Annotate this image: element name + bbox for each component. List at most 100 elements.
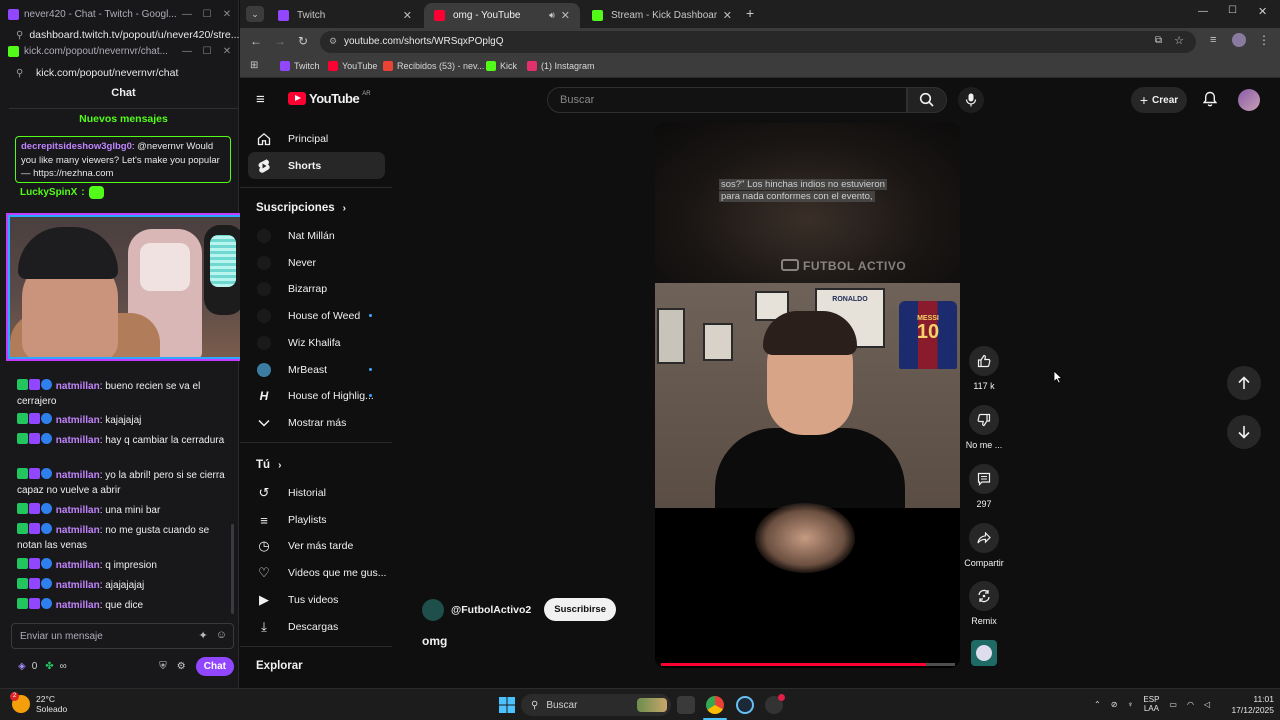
message-username[interactable]: natmillan xyxy=(56,525,100,536)
bookmark-gmail[interactable]: Recibidos (53) - nev... xyxy=(383,61,484,71)
task-view-icon[interactable] xyxy=(677,696,695,714)
bookmark-instagram[interactable]: (1) Instagram xyxy=(527,61,595,71)
bookmark-kick[interactable]: Kick xyxy=(486,61,517,71)
speaker-icon[interactable]: 🔊︎ xyxy=(549,10,555,21)
voice-search-button[interactable] xyxy=(958,87,984,113)
bookmark-star-icon[interactable]: ☆ xyxy=(1174,34,1184,47)
language-indicator[interactable]: ESP LAA xyxy=(1143,695,1159,713)
windows-start-icon[interactable] xyxy=(498,696,516,714)
subscriptions-heading[interactable]: Suscripciones › xyxy=(256,202,346,214)
search-button[interactable] xyxy=(907,87,947,113)
short-title[interactable]: omg xyxy=(422,634,447,648)
sidebar-item-subscription[interactable]: H House of Highlig... xyxy=(256,388,374,404)
steam-icon[interactable] xyxy=(736,696,754,714)
close-tab-icon[interactable]: ✕ xyxy=(403,9,412,22)
sidebar-item-subscription[interactable]: House of Weed xyxy=(256,308,372,324)
message-username[interactable]: natmillan xyxy=(56,505,100,516)
twitch-url-bar[interactable]: ⚲ dashboard.twitch.tv/popout/u/never420/… xyxy=(0,28,239,42)
hamburger-menu-icon[interactable]: ≡ xyxy=(256,91,265,108)
sidebar-item-watch-later[interactable]: ◷ Ver más tarde xyxy=(256,538,353,554)
points-icon[interactable]: ◈ xyxy=(18,661,26,672)
taskbar-search[interactable]: ⚲ Buscar xyxy=(521,694,671,716)
microphone-icon[interactable]: ♆ xyxy=(1127,700,1133,709)
tray-expand-icon[interactable]: ⌃ xyxy=(1094,700,1101,709)
previous-short-button[interactable] xyxy=(1227,366,1261,400)
tab-kick[interactable]: Stream - Kick Dashboard ✕ xyxy=(582,3,742,28)
close-tab-icon[interactable]: ✕ xyxy=(723,9,732,22)
weather-widget[interactable]: 2 22°C Soleado xyxy=(10,692,67,714)
kick-url-bar[interactable]: ⚲ kick.com/popout/nevernvr/chat xyxy=(0,66,239,80)
youtube-logo[interactable]: YouTube AR xyxy=(288,91,371,106)
close-icon[interactable]: ✕ xyxy=(219,9,235,20)
apps-grid-icon[interactable]: ⊞ xyxy=(250,60,258,71)
message-username[interactable]: natmillan xyxy=(56,435,100,446)
message-username[interactable]: decrepitsideshow3glbg0 xyxy=(21,141,132,152)
volume-icon[interactable]: ◁ xyxy=(1204,700,1210,709)
account-avatar[interactable] xyxy=(1238,89,1260,111)
message-username[interactable]: natmillan xyxy=(56,470,100,481)
next-short-button[interactable] xyxy=(1227,415,1261,449)
subscribe-button[interactable]: Suscribirse xyxy=(544,598,616,621)
display-icon[interactable]: ▭ xyxy=(1169,700,1177,709)
sidebar-item-history[interactable]: ↺ Historial xyxy=(256,485,326,501)
comments-button[interactable]: 297 xyxy=(962,464,1006,509)
back-icon[interactable]: ← xyxy=(250,34,262,48)
tab-youtube[interactable]: omg - YouTube 🔊︎ ✕ xyxy=(424,3,580,28)
sidebar-item-home[interactable]: Principal xyxy=(256,131,328,147)
twitch-window-titlebar[interactable]: never420 - Chat - Twitch - Googl... — ☐ … xyxy=(0,6,239,22)
minimize-icon[interactable]: — xyxy=(1198,6,1208,17)
sidebar-item-liked-videos[interactable]: ♡ Videos que me gus... xyxy=(256,565,386,581)
maximize-icon[interactable]: ☐ xyxy=(199,46,215,57)
chat-send-button[interactable]: Chat xyxy=(195,656,234,676)
remix-button[interactable]: Remix xyxy=(962,581,1006,626)
sidebar-item-subscription[interactable]: Nat Millán xyxy=(256,228,335,244)
shield-icon[interactable]: ⛨ xyxy=(159,661,167,672)
maximize-icon[interactable]: ☐ xyxy=(199,9,215,20)
sidebar-item-subscription[interactable]: MrBeast xyxy=(256,362,372,378)
new-tab-icon[interactable]: + xyxy=(746,5,754,21)
message-username[interactable]: natmillan xyxy=(56,560,100,571)
create-button[interactable]: + Crear xyxy=(1131,87,1187,113)
gear-icon[interactable]: ⚙ xyxy=(177,661,186,672)
message-username[interactable]: LuckySpinX xyxy=(20,187,77,198)
chrome-icon[interactable] xyxy=(706,696,724,714)
maximize-icon[interactable]: ☐ xyxy=(1228,5,1237,16)
sidebar-item-subscription[interactable]: Wiz Khalifa xyxy=(256,335,341,351)
sidebar-item-your-videos[interactable]: ▶ Tus videos xyxy=(256,592,338,608)
emoji-icon[interactable]: ☺ xyxy=(216,629,227,642)
channel-avatar[interactable] xyxy=(422,598,444,621)
share-button[interactable]: Compartir xyxy=(962,523,1006,568)
kick-window-titlebar[interactable]: kick.com/popout/nevernvr/chat... — ☐ ✕ xyxy=(0,44,239,58)
sidebar-item-downloads[interactable]: ⤓ Descargas xyxy=(256,619,338,635)
message-username[interactable]: natmillan xyxy=(56,580,100,591)
sidebar-item-shorts[interactable]: Shorts xyxy=(256,158,321,174)
minimize-icon[interactable]: — xyxy=(179,9,195,20)
install-app-icon[interactable]: ⧉ xyxy=(1155,35,1162,46)
show-more-button[interactable]: Mostrar más xyxy=(256,415,346,431)
bookmark-twitch[interactable]: Twitch xyxy=(280,61,320,71)
tab-twitch[interactable]: Twitch ✕ xyxy=(268,3,422,28)
sidebar-item-subscription[interactable]: Never xyxy=(256,255,316,271)
media-control-icon[interactable]: ≡ xyxy=(1210,34,1216,46)
menu-icon[interactable]: ⋮ xyxy=(1258,33,1270,47)
notifications-bell-icon[interactable] xyxy=(1203,91,1217,107)
like-button[interactable]: 117 k xyxy=(962,346,1006,391)
short-video-player[interactable]: RONALDO MESSI 10 sos?" Los hinchas indio… xyxy=(655,123,960,668)
sidebar-item-subscription[interactable]: Bizarrap xyxy=(256,281,327,297)
tab-search-icon[interactable]: ⌄ xyxy=(246,6,264,22)
channel-thumbnail-icon[interactable] xyxy=(971,640,997,666)
you-heading[interactable]: Tú › xyxy=(256,459,281,471)
message-username[interactable]: natmillan xyxy=(56,415,100,426)
network-off-icon[interactable]: ⊘ xyxy=(1111,700,1118,709)
wifi-icon[interactable]: ◠ xyxy=(1187,700,1194,709)
message-username[interactable]: natmillan xyxy=(56,381,100,392)
reload-icon[interactable]: ↻ xyxy=(298,34,308,48)
channel-handle[interactable]: @FutbolActivo2 xyxy=(451,604,531,616)
profile-icon[interactable] xyxy=(1232,33,1246,47)
chat-scrollbar[interactable] xyxy=(231,524,234,614)
system-clock[interactable]: 11:01 17/12/2025 xyxy=(1226,694,1274,716)
close-icon[interactable]: ✕ xyxy=(1258,5,1267,18)
site-info-icon[interactable]: ⚙ xyxy=(329,36,337,47)
app-icon[interactable] xyxy=(765,694,785,714)
message-username[interactable]: natmillan xyxy=(56,600,100,611)
